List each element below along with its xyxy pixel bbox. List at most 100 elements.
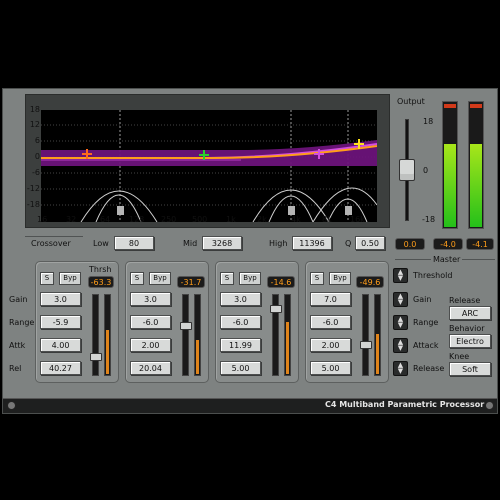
output-label: Output bbox=[397, 97, 425, 106]
band-4-range-field[interactable]: -6.0 bbox=[310, 315, 351, 329]
output-scale-bot: -18 bbox=[422, 215, 436, 224]
y-tick: 18 bbox=[29, 105, 40, 114]
output-meter-left bbox=[442, 101, 458, 229]
band-2-bypass-button[interactable]: Byp bbox=[149, 272, 171, 285]
y-tick: 6 bbox=[34, 136, 40, 145]
x-tick: 64 bbox=[100, 215, 111, 224]
master-gain-label: Gain bbox=[413, 295, 432, 304]
master-attack-label: Attack bbox=[413, 341, 439, 350]
left-screw-icon bbox=[7, 401, 16, 410]
crossover-mid-field[interactable]: 3268 bbox=[202, 236, 242, 250]
crossover-low-field[interactable]: 80 bbox=[114, 236, 154, 250]
band-2-attack-field[interactable]: 2.00 bbox=[130, 338, 171, 352]
band-1-thresh-thumb[interactable] bbox=[90, 353, 102, 361]
band-1-release-field[interactable]: 40.27 bbox=[40, 361, 81, 375]
crossover-low-label: Low bbox=[93, 239, 109, 248]
x-tick: 16k bbox=[350, 215, 365, 224]
master-label: Master bbox=[431, 255, 463, 264]
band-4-level-fill bbox=[376, 334, 379, 374]
band-1-attack-field[interactable]: 4.00 bbox=[40, 338, 81, 352]
output-scale-top: 18 bbox=[423, 117, 434, 126]
band-1-gain-field[interactable]: 3.0 bbox=[40, 292, 81, 306]
crossover-label: Crossover bbox=[31, 239, 71, 248]
master-range-label: Range bbox=[413, 318, 439, 327]
band-4-level-meter bbox=[374, 294, 381, 376]
band-3-thresh-fader[interactable] bbox=[270, 294, 282, 376]
band-1-solo-button[interactable]: S bbox=[40, 272, 54, 285]
band-3-solo-button[interactable]: S bbox=[220, 272, 234, 285]
band-1-thresh-value: -63.3 bbox=[88, 276, 114, 288]
band-3-thresh-thumb[interactable] bbox=[270, 305, 282, 313]
band-2-solo-button[interactable]: S bbox=[130, 272, 144, 285]
band-3-level-meter bbox=[284, 294, 291, 376]
release-mode-field[interactable]: ARC bbox=[449, 306, 491, 320]
y-tick: -12 bbox=[26, 184, 40, 193]
band-3-bypass-button[interactable]: Byp bbox=[239, 272, 261, 285]
band-2-range-field[interactable]: -6.0 bbox=[130, 315, 171, 329]
eq-graph[interactable] bbox=[41, 110, 377, 222]
band-4-thresh-fader[interactable] bbox=[360, 294, 372, 376]
y-tick: -18 bbox=[26, 200, 40, 209]
band-4-attack-field[interactable]: 2.00 bbox=[310, 338, 351, 352]
master-gain-arrows[interactable]: ▲ ▼ bbox=[393, 292, 408, 307]
band-4-release-field[interactable]: 5.00 bbox=[310, 361, 351, 375]
crossover-high-field[interactable]: 11396 bbox=[292, 236, 332, 250]
x-tick: 2k bbox=[257, 215, 267, 224]
knee-field[interactable]: Soft bbox=[449, 362, 491, 376]
band-4-thresh-value: -49.6 bbox=[356, 276, 384, 288]
x-tick: 32 bbox=[66, 215, 77, 224]
x-tick: 16 bbox=[37, 215, 48, 224]
y-tick: 0 bbox=[34, 152, 40, 161]
behavior-field[interactable]: Electro bbox=[449, 334, 491, 348]
band-4-solo-button[interactable]: S bbox=[310, 272, 324, 285]
band-1-level-meter bbox=[104, 294, 111, 376]
band-2-thresh-value: -31.7 bbox=[177, 276, 205, 288]
range-row-label: Range bbox=[9, 318, 35, 327]
master-threshold-arrows[interactable]: ▲ ▼ bbox=[393, 268, 408, 283]
output-gain-value: 0.0 bbox=[395, 238, 425, 250]
y-tick: -6 bbox=[32, 168, 40, 177]
right-screw-icon bbox=[485, 401, 494, 410]
output-peak-left: -4.0 bbox=[433, 238, 463, 250]
x-tick: 4k bbox=[291, 215, 301, 224]
crossover-mid-label: Mid bbox=[183, 239, 198, 248]
behavior-header: Behavior bbox=[449, 324, 485, 333]
band-4-bypass-button[interactable]: Byp bbox=[329, 272, 351, 285]
band-4-gain-field[interactable]: 7.0 bbox=[310, 292, 351, 306]
band-1-thresh-fader[interactable] bbox=[90, 294, 102, 376]
crossover-high-label: High bbox=[269, 239, 288, 248]
master-attack-arrows[interactable]: ▲ ▼ bbox=[393, 338, 408, 353]
band-1-bypass-button[interactable]: Byp bbox=[59, 272, 81, 285]
master-release-arrows[interactable]: ▲ ▼ bbox=[393, 361, 408, 376]
band-3-release-field[interactable]: 5.00 bbox=[220, 361, 261, 375]
band-1-range-field[interactable]: -5.9 bbox=[40, 315, 81, 329]
master-range-arrows[interactable]: ▲ ▼ bbox=[393, 315, 408, 330]
band-1-thresh-label: Thrsh bbox=[89, 265, 112, 274]
band-1-level-fill bbox=[106, 330, 109, 374]
band-2-level-meter bbox=[194, 294, 201, 376]
master-release-label: Release bbox=[413, 364, 445, 373]
band-2-thresh-thumb[interactable] bbox=[180, 322, 192, 330]
band-3-gain-field[interactable]: 3.0 bbox=[220, 292, 261, 306]
plugin-window: 18 12 6 0 -6 -12 -18 16 32 64 128 250 50… bbox=[2, 88, 498, 414]
output-fader-thumb[interactable] bbox=[399, 159, 415, 181]
divider bbox=[25, 236, 83, 237]
release-row-label: Rel bbox=[9, 364, 22, 373]
attack-row-label: Attk bbox=[9, 341, 26, 350]
band-2-gain-field[interactable]: 3.0 bbox=[130, 292, 171, 306]
band-4-thresh-thumb[interactable] bbox=[360, 341, 372, 349]
output-peak-right: -4.1 bbox=[466, 238, 494, 250]
gain-row-label: Gain bbox=[9, 295, 28, 304]
crossover-q-field[interactable]: 0.50 bbox=[355, 236, 385, 250]
band-2-thresh-fader[interactable] bbox=[180, 294, 192, 376]
knee-header: Knee bbox=[449, 352, 470, 361]
band-2-release-field[interactable]: 20.04 bbox=[130, 361, 171, 375]
band-3-level-fill bbox=[286, 322, 289, 374]
band-3-thresh-value: -14.6 bbox=[267, 276, 295, 288]
x-tick: 250 bbox=[161, 215, 177, 224]
band-3-range-field[interactable]: -6.0 bbox=[220, 315, 261, 329]
x-tick: 500 bbox=[192, 215, 208, 224]
band-3-attack-field[interactable]: 11.99 bbox=[220, 338, 261, 352]
master-threshold-label: Threshold bbox=[413, 271, 453, 280]
output-scale-mid: 0 bbox=[423, 166, 429, 175]
